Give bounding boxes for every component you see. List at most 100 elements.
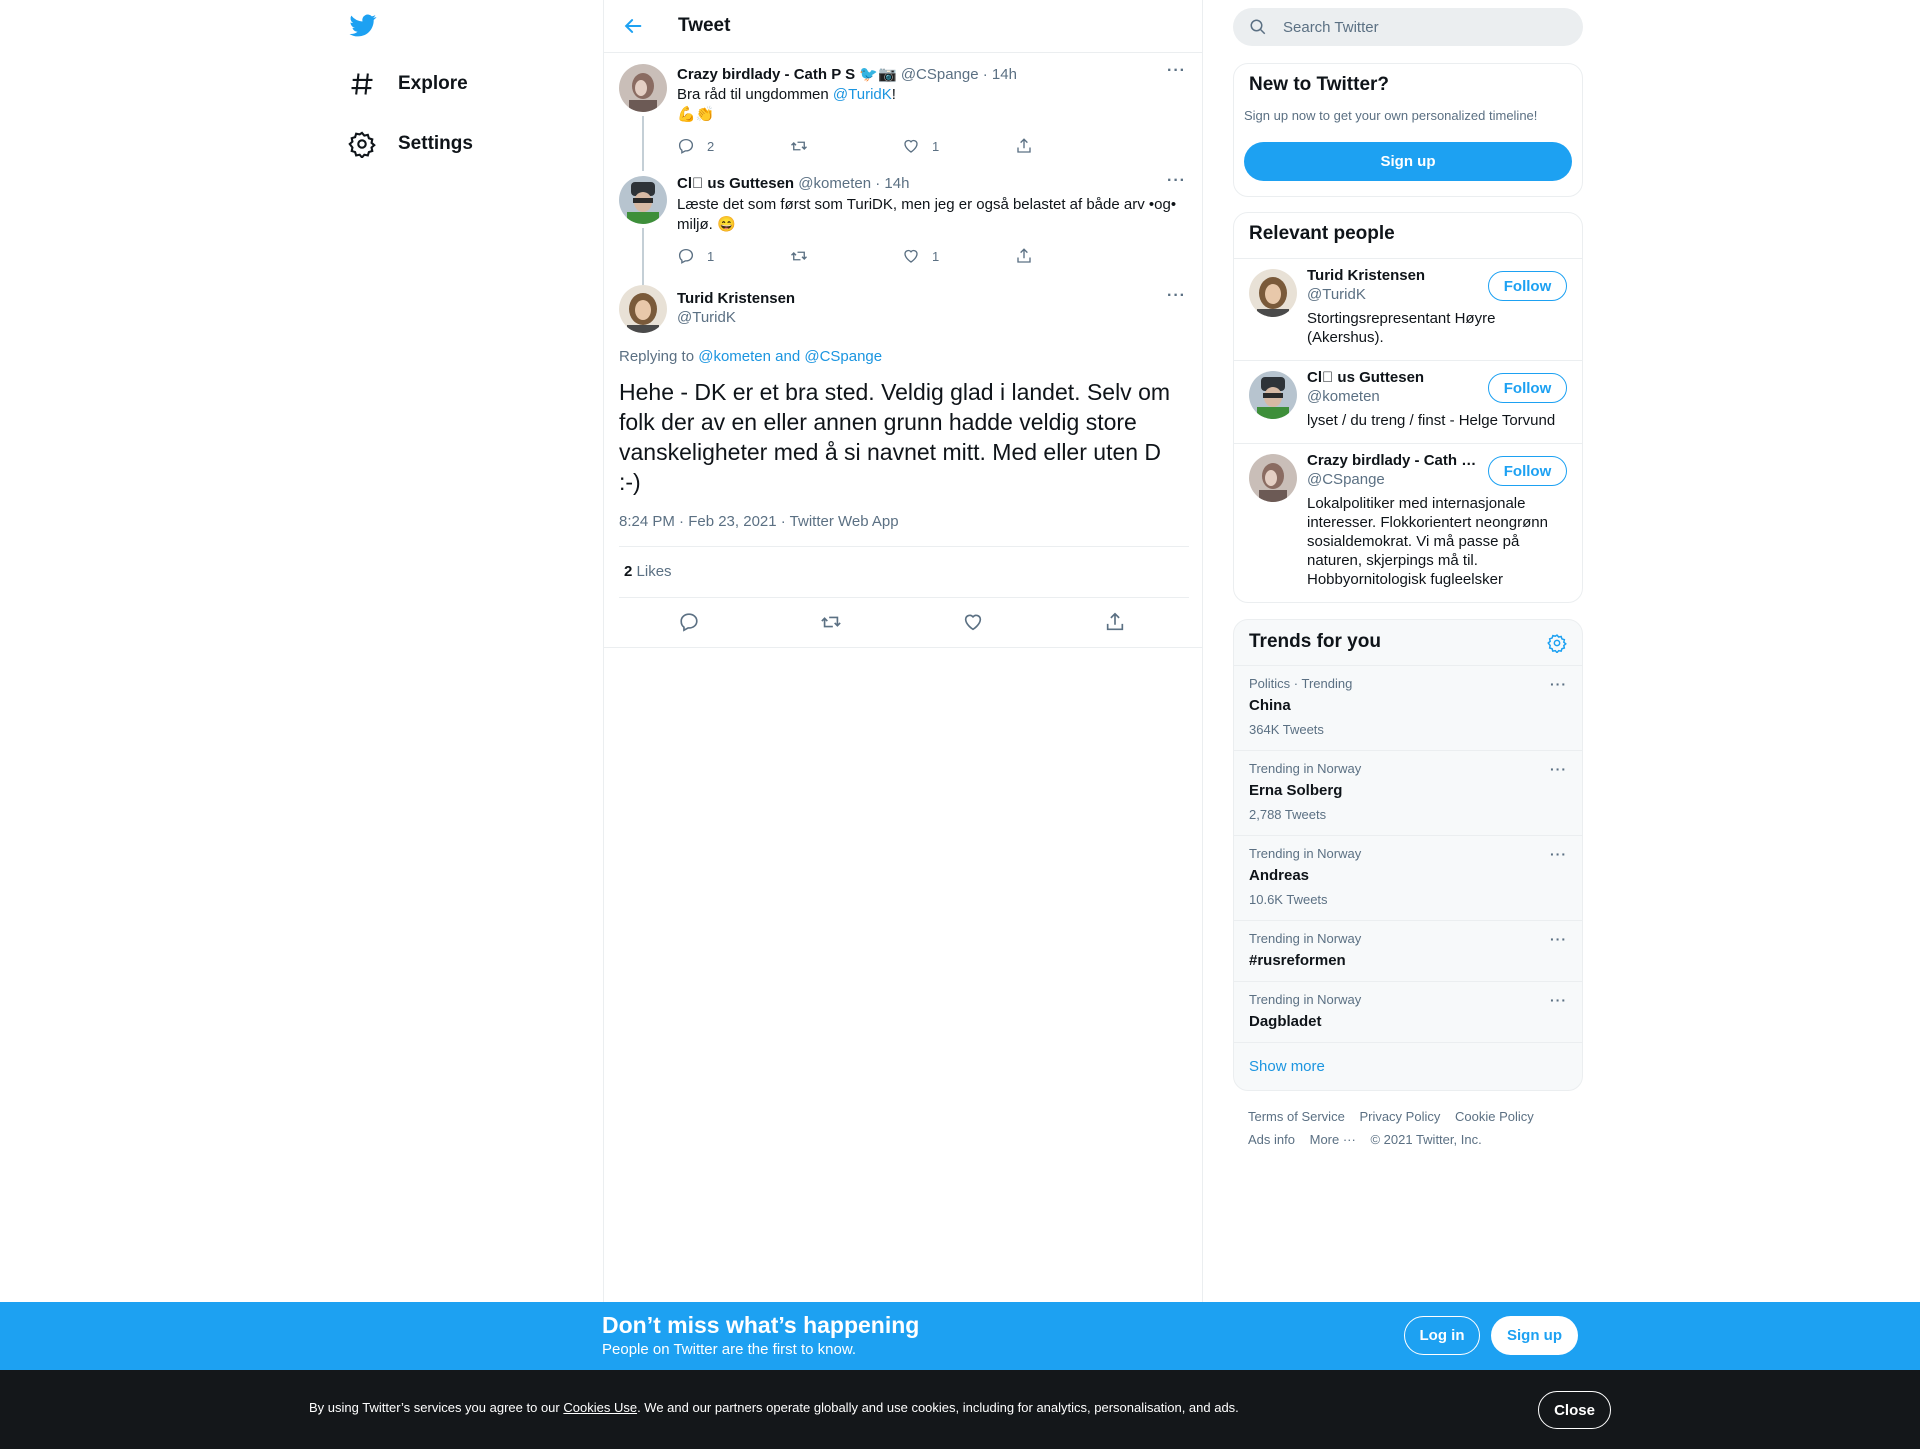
reply-button[interactable]: 2 (677, 137, 790, 155)
like-button[interactable]: 1 (902, 247, 1015, 265)
avatar[interactable] (1249, 269, 1297, 317)
search-input[interactable] (1283, 18, 1543, 36)
heart-icon[interactable] (962, 611, 984, 633)
relevant-people-card: Relevant people Turid Kristensen @TuridK… (1233, 212, 1583, 603)
retweet-button[interactable] (790, 137, 903, 155)
close-button[interactable]: Close (1538, 1391, 1611, 1429)
more-options-icon[interactable]: ··· (1550, 676, 1567, 692)
more-link[interactable]: More ··· (1310, 1132, 1356, 1147)
card-title: Trends for you (1249, 631, 1381, 652)
follow-button[interactable]: Follow (1488, 456, 1567, 486)
more-options-icon[interactable]: ··· (1550, 992, 1567, 1008)
cookies-use-link[interactable]: Cookies Use (563, 1400, 637, 1415)
tweet-meta: Cl⃝ us Guttesen @kometen · 14h (677, 175, 909, 192)
show-more[interactable]: Show more (1234, 1042, 1582, 1090)
reply-icon[interactable] (678, 611, 700, 633)
trend-count: 10.6K Tweets (1249, 892, 1328, 907)
ads-info-link[interactable]: Ads info (1248, 1132, 1295, 1147)
privacy-link[interactable]: Privacy Policy (1359, 1109, 1440, 1124)
tweet-actions: 2 1 (677, 137, 1127, 155)
cookie-text-part: . We and our partners operate globally a… (637, 1400, 1239, 1415)
thread-tweet[interactable]: Cl⃝ us Guttesen @kometen · 14h ··· Læste… (604, 163, 1202, 273)
person-handle[interactable]: @TuridK (1307, 286, 1366, 303)
author-name[interactable]: Cl⃝ us Guttesen (677, 175, 794, 192)
author-name[interactable]: Turid Kristensen (677, 290, 795, 307)
trend-item[interactable]: Trending in Norway #rusreformen ··· (1234, 920, 1582, 981)
trend-name: #rusreformen (1249, 952, 1346, 969)
hashtag-icon (348, 70, 376, 98)
terms-link[interactable]: Terms of Service (1248, 1109, 1345, 1124)
author-handle[interactable]: @CSpange (901, 66, 979, 83)
like-button[interactable]: 1 (902, 137, 1015, 155)
signup-button[interactable]: Sign up (1491, 1316, 1578, 1355)
person-bio: Stortingsrepresentant Høyre (Akershus). (1307, 310, 1496, 346)
show-more-link[interactable]: Show more (1249, 1058, 1325, 1075)
retweet-icon (790, 137, 820, 155)
like-count: 1 (932, 138, 940, 154)
divider (619, 546, 1189, 547)
person-bio: Lokalpolitiker med internasjonale intere… (1307, 495, 1548, 588)
mention-link[interactable]: @TuridK (833, 86, 892, 103)
author-handle[interactable]: @TuridK (677, 309, 736, 326)
person-handle[interactable]: @kometen (1307, 388, 1380, 405)
more-options-icon[interactable]: ··· (1550, 761, 1567, 777)
trend-item[interactable]: Politics · Trending China 364K Tweets ··… (1234, 665, 1582, 750)
person-row[interactable]: Turid Kristensen @TuridK Stortingsrepres… (1234, 258, 1582, 360)
footer-links-row2: Ads info More ··· © 2021 Twitter, Inc. (1248, 1132, 1493, 1147)
avatar[interactable] (1249, 371, 1297, 419)
author-name[interactable]: Crazy birdlady - Cath P S (677, 66, 855, 83)
more-options-icon[interactable]: ··· (1167, 287, 1186, 305)
cookie-text-part: By using Twitter’s services you agree to… (309, 1400, 564, 1415)
trend-item[interactable]: Trending in Norway Erna Solberg 2,788 Tw… (1234, 750, 1582, 835)
search-bar[interactable] (1233, 8, 1583, 46)
reply-icon (677, 247, 707, 265)
tweet-text-part: Bra råd til ungdommen (677, 86, 833, 103)
person-name[interactable]: Turid Kristensen (1307, 267, 1482, 284)
follow-button[interactable]: Follow (1488, 271, 1567, 301)
login-button[interactable]: Log in (1404, 1316, 1480, 1355)
more-options-icon[interactable]: ··· (1167, 172, 1186, 190)
likes-stat[interactable]: 2 Likes (624, 563, 672, 580)
more-options-icon[interactable]: ··· (1550, 846, 1567, 862)
person-row[interactable]: Crazy birdlady - Cath P S @CSpange Lokal… (1234, 443, 1582, 602)
person-name[interactable]: Crazy birdlady - Cath P S (1307, 452, 1482, 469)
thread-connector (642, 228, 644, 273)
author-handle[interactable]: @kometen (798, 175, 871, 192)
retweet-button[interactable] (790, 247, 903, 265)
trend-item[interactable]: Trending in Norway Andreas 10.6K Tweets … (1234, 835, 1582, 920)
trend-count: 364K Tweets (1249, 722, 1324, 737)
trend-item[interactable]: Trending in Norway Dagbladet ··· (1234, 981, 1582, 1042)
tweet-timestamp[interactable]: 8:24 PM · Feb 23, 2021 · Twitter Web App (619, 513, 899, 530)
avatar[interactable] (619, 285, 667, 333)
tweet-time[interactable]: · 14h (875, 175, 909, 192)
avatar[interactable] (619, 176, 667, 224)
person-handle[interactable]: @CSpange (1307, 471, 1385, 488)
twitter-logo-icon[interactable] (348, 12, 378, 39)
signup-button[interactable]: Sign up (1244, 142, 1572, 181)
tweet-time[interactable]: · 14h (983, 66, 1017, 83)
follow-button[interactable]: Follow (1488, 373, 1567, 403)
person-row[interactable]: Cl⃝ us Guttesen @kometen lyset / du tren… (1234, 360, 1582, 443)
share-icon[interactable] (1104, 611, 1126, 633)
person-name[interactable]: Cl⃝ us Guttesen (1307, 369, 1482, 386)
avatar[interactable] (1249, 454, 1297, 502)
nav-settings[interactable]: Settings (348, 124, 473, 164)
avatar[interactable] (619, 64, 667, 112)
retweet-icon[interactable] (820, 611, 842, 633)
promo-subtitle: People on Twitter are the first to know. (602, 1341, 857, 1358)
more-options-icon[interactable]: ··· (1550, 931, 1567, 947)
share-button[interactable] (1015, 247, 1128, 265)
tweet-text: Læste det som først som TuriDK, men jeg … (677, 196, 1177, 233)
reply-button[interactable]: 1 (677, 247, 790, 265)
more-options-icon[interactable]: ··· (1167, 62, 1186, 80)
replying-to-links[interactable]: @kometen and @CSpange (698, 348, 882, 365)
share-button[interactable] (1015, 137, 1128, 155)
tweet-header: Tweet (604, 0, 1202, 53)
cookie-policy-link[interactable]: Cookie Policy (1455, 1109, 1534, 1124)
share-icon (1015, 247, 1045, 265)
gear-icon[interactable] (1547, 633, 1567, 653)
thread-tweet[interactable]: Crazy birdlady - Cath P S 🐦‍📷 @CSpange ·… (604, 53, 1202, 166)
nav-explore[interactable]: Explore (348, 64, 468, 104)
back-arrow-icon[interactable] (622, 15, 644, 37)
tweet-text-part: ! (891, 86, 896, 103)
